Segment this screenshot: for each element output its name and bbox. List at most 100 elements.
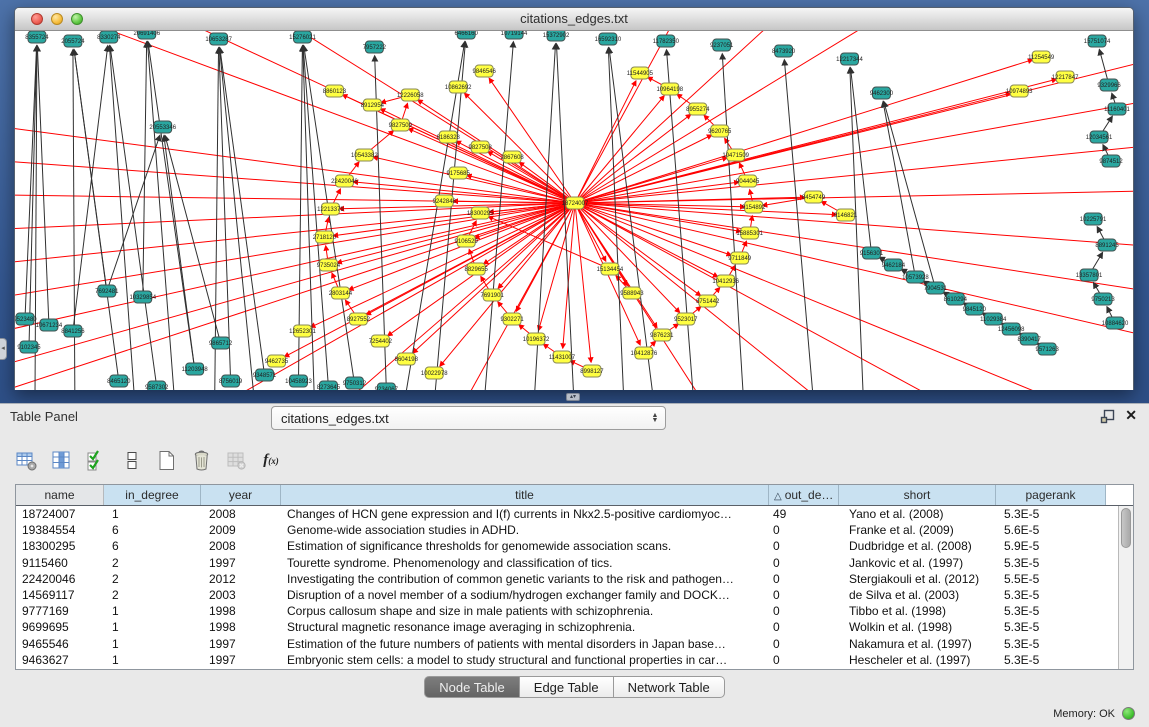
graph-node[interactable]: 10225791 <box>1080 213 1107 225</box>
graph-node[interactable]: 8756019 <box>219 375 243 387</box>
graph-node[interactable]: 9329966 <box>1097 79 1121 91</box>
graph-node[interactable]: 9523480 <box>15 313 37 325</box>
graph-node[interactable]: 11544905 <box>627 67 654 79</box>
table-row[interactable]: 2242004622012Investigating the contribut… <box>16 571 1133 587</box>
graph-node[interactable]: 9750312 <box>343 377 367 389</box>
graph-node[interactable]: 8829655 <box>465 263 489 275</box>
graph-node[interactable]: 9044045 <box>736 175 760 187</box>
table-cell[interactable]: Corpus callosum shape and size in male p… <box>281 603 769 619</box>
graph-node[interactable]: 8330274 <box>97 31 121 43</box>
table-settings-icon[interactable] <box>15 449 37 471</box>
table-selector-dropdown[interactable]: citations_edges.txt ▲▼ <box>271 406 666 430</box>
tab-edge-table[interactable]: Edge Table <box>520 676 614 698</box>
graph-node[interactable]: 10884620 <box>1102 317 1129 329</box>
table-cell[interactable]: 5.3E-5 <box>996 636 1106 652</box>
table-scrollbar[interactable] <box>1118 506 1133 669</box>
graph-node[interactable]: 10974893 <box>1006 85 1033 97</box>
table-cell[interactable]: 0 <box>769 571 839 587</box>
table-cell[interactable]: Estimation of significance thresholds fo… <box>281 538 769 554</box>
table-cell[interactable]: 1 <box>104 603 201 619</box>
scrollbar-thumb[interactable] <box>1121 508 1131 548</box>
graph-node[interactable]: 11782350 <box>653 35 680 47</box>
graph-node[interactable]: 16592310 <box>595 33 622 45</box>
graph-node[interactable]: 10196372 <box>523 333 550 345</box>
column-header-short[interactable]: short <box>839 485 996 505</box>
graph-node[interactable]: 9827508 <box>469 141 493 153</box>
table-cell[interactable]: 18724007 <box>16 506 104 522</box>
table-cell[interactable]: 1997 <box>201 652 281 668</box>
table-row[interactable]: 1456911722003Disruption of a novel membe… <box>16 587 1133 603</box>
graph-node[interactable]: 9827509 <box>389 119 413 131</box>
tab-network-table[interactable]: Network Table <box>614 676 725 698</box>
graph-node[interactable]: 10719144 <box>501 31 528 39</box>
graph-node[interactable]: 10964198 <box>657 83 684 95</box>
table-cell[interactable]: 5.9E-5 <box>996 538 1106 554</box>
table-cell[interactable]: 0 <box>769 538 839 554</box>
import-table-icon[interactable] <box>225 449 247 471</box>
graph-node[interactable]: 8891245 <box>1095 239 1119 251</box>
table-cell[interactable]: 2012 <box>201 571 281 587</box>
graph-node[interactable]: 9242848 <box>433 195 457 207</box>
column-header-name[interactable]: name <box>16 485 104 505</box>
table-cell[interactable]: 0 <box>769 603 839 619</box>
table-cell[interactable]: 2008 <box>201 506 281 522</box>
graph-node[interactable]: 9156301 <box>860 247 884 259</box>
table-cell[interactable]: 1 <box>104 506 201 522</box>
table-cell[interactable]: Dudbridge et al. (2008) <box>839 538 996 554</box>
graph-node[interactable]: 15885301 <box>736 227 763 239</box>
table-cell[interactable]: 9699695 <box>16 619 104 635</box>
table-cell[interactable]: 2003 <box>201 587 281 603</box>
graph-node[interactable]: 9750213 <box>1091 293 1115 305</box>
graph-node[interactable]: 9462184 <box>882 259 906 271</box>
table-cell[interactable]: 5.6E-5 <box>996 522 1106 538</box>
table-cell[interactable]: 1997 <box>201 555 281 571</box>
graph-node[interactable]: 20691406 <box>133 31 160 39</box>
graph-node[interactable]: 12217847 <box>1052 71 1079 83</box>
table-cell[interactable]: Tourette syndrome. Phenomenology and cla… <box>281 555 769 571</box>
table-cell[interactable]: 19384554 <box>16 522 104 538</box>
graph-node[interactable]: 9620765 <box>708 125 732 137</box>
graph-node[interactable]: 22420046 <box>331 175 358 187</box>
table-row[interactable]: 1872400712008Changes of HCN gene express… <box>16 506 1133 522</box>
graph-node[interactable]: 9587302 <box>145 381 169 390</box>
table-cell[interactable]: Disruption of a novel member of a sodium… <box>281 587 769 603</box>
graph-node[interactable]: 8454749 <box>802 191 826 203</box>
table-cell[interactable]: 9777169 <box>16 603 104 619</box>
column-header-in_degree[interactable]: in_degree <box>104 485 201 505</box>
west-panel-handle[interactable]: ◂ <box>0 338 7 360</box>
graph-node[interactable]: 8912954 <box>361 99 385 111</box>
table-cell[interactable]: 5.3E-5 <box>996 506 1106 522</box>
graph-node[interactable]: 12034561 <box>1086 131 1113 143</box>
table-cell[interactable]: 18300295 <box>16 538 104 554</box>
network-canvas[interactable]: 1872400798465461086269212226058891295488… <box>15 31 1133 390</box>
table-cell[interactable]: 1 <box>104 636 201 652</box>
graph-node[interactable]: 20553346 <box>149 121 176 133</box>
graph-node[interactable]: 9234067 <box>375 383 399 390</box>
table-cell[interactable]: Hescheler et al. (1997) <box>839 652 996 668</box>
table-cell[interactable]: 49 <box>769 506 839 522</box>
column-header-title[interactable]: title <box>281 485 769 505</box>
table-cell[interactable]: Investigating the contribution of common… <box>281 571 769 587</box>
graph-node[interactable]: 9571263 <box>1036 343 1060 355</box>
column-header-pagerank[interactable]: pagerank <box>996 485 1106 505</box>
table-cell[interactable]: Changes of HCN gene expression and I(f) … <box>281 506 769 522</box>
graph-node[interactable]: 9146821 <box>834 209 858 221</box>
graph-node[interactable]: 15372902 <box>543 31 570 41</box>
select-columns-icon[interactable] <box>85 449 107 471</box>
table-cell[interactable]: 5.3E-5 <box>996 652 1106 668</box>
table-row[interactable]: 977716911998Corpus callosum shape and si… <box>16 603 1133 619</box>
graph-node[interactable]: 9735024 <box>317 259 341 271</box>
table-cell[interactable]: 2 <box>104 555 201 571</box>
table-cell[interactable]: 2008 <box>201 538 281 554</box>
graph-node[interactable]: 8273645 <box>317 381 341 390</box>
table-cell[interactable]: Genome-wide association studies in ADHD. <box>281 522 769 538</box>
table-row[interactable]: 969969511998Structural magnetic resonanc… <box>16 619 1133 635</box>
graph-node[interactable]: 12226058 <box>397 89 424 101</box>
panel-splitter-handle[interactable]: ▴▾ <box>566 393 580 401</box>
table-cell[interactable]: 6 <box>104 538 201 554</box>
graph-node[interactable]: 8998127 <box>580 365 604 377</box>
graph-node[interactable]: 8390417 <box>1018 333 1042 345</box>
graph-node[interactable]: 11254549 <box>1028 51 1055 63</box>
graph-node[interactable]: 9175685 <box>447 167 471 179</box>
graph-node[interactable]: 7691901 <box>481 289 505 301</box>
